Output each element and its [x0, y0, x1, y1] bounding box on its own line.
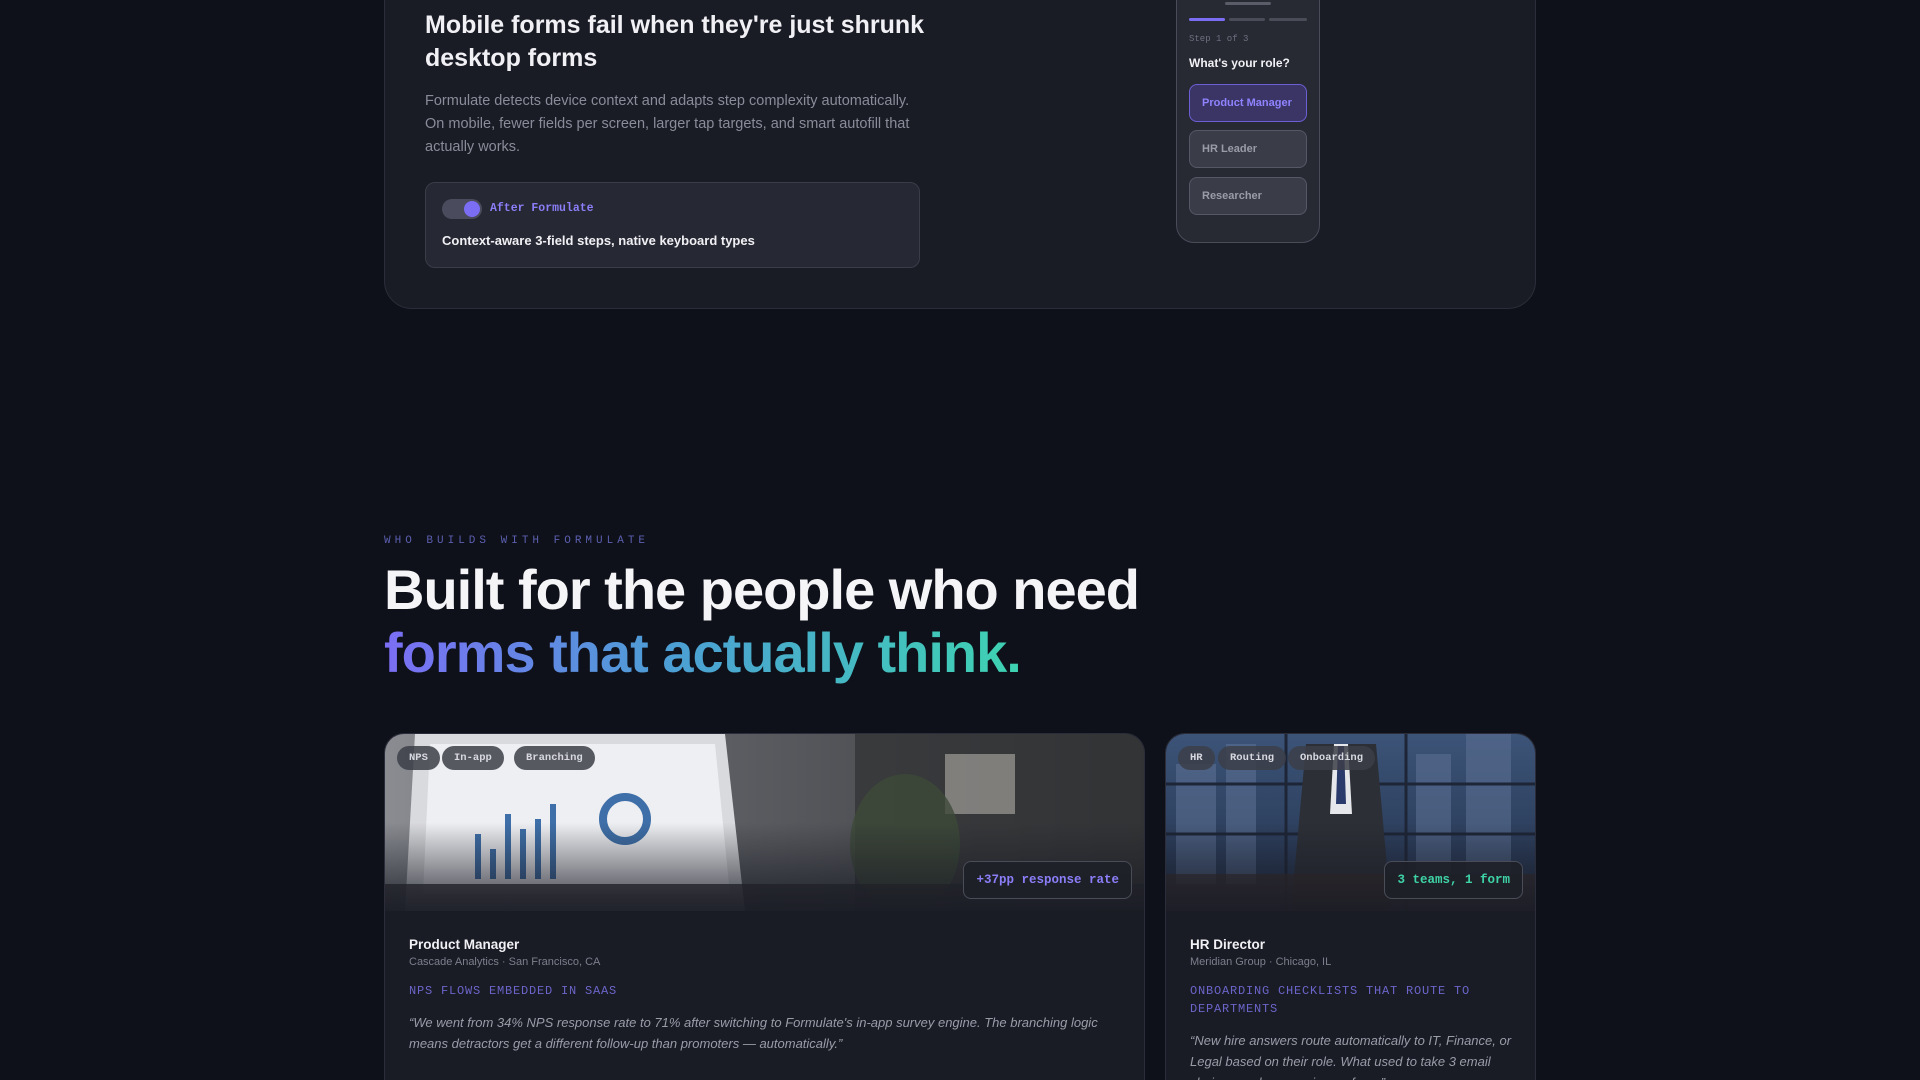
persona-organization: Cascade Analytics · San Francisco, CA [409, 956, 601, 968]
tag-routing: Routing [1218, 746, 1287, 770]
stat-badge: +37pp response rate [963, 861, 1132, 899]
persona-card-product-manager[interactable]: NPS In-app Branching +37pp response rate… [384, 733, 1145, 1080]
step-indicator: Step 1 of 3 [1189, 34, 1249, 44]
persona-organization: Meridian Group · Chicago, IL [1190, 956, 1332, 968]
progress-segment-2 [1229, 18, 1265, 21]
headline-line-2: forms that actually think. [384, 621, 1022, 684]
persona-quote: “New hire answers route automatically to… [1190, 1033, 1512, 1080]
persona-role: Product Manager [409, 937, 520, 952]
phone-mockup: Step 1 of 3 What's your role? Product Ma… [1176, 0, 1320, 243]
progress-segment-1 [1189, 18, 1225, 21]
section-eyebrow: WHO BUILDS WITH FORMULATE [384, 535, 650, 547]
option-researcher[interactable]: Researcher [1189, 177, 1307, 215]
headline-line-1: Built for the people who need [384, 558, 1140, 621]
tag-hr: HR [1178, 746, 1215, 770]
before-after-toggle[interactable] [442, 199, 482, 219]
persona-role: HR Director [1190, 937, 1266, 952]
persona-use-case: NPS FLOWS EMBEDDED IN SAAS [409, 984, 618, 998]
before-after-toggle-panel: After Formulate Context-aware 3-field st… [425, 182, 920, 268]
toggle-label: After Formulate [490, 202, 594, 215]
persona-card-hr-director[interactable]: HR Routing Onboarding 3 teams, 1 form HR… [1165, 733, 1536, 1080]
phone-question: What's your role? [1189, 56, 1290, 70]
progress-segment-3 [1269, 18, 1307, 21]
persona-quote: “We went from 34% NPS response rate to 7… [409, 1015, 1098, 1051]
tag-nps: NPS [397, 746, 440, 770]
persona-use-case: ONBOARDING CHECKLISTS THAT ROUTE TO DEPA… [1190, 984, 1471, 1016]
stat-badge: 3 teams, 1 form [1384, 861, 1523, 899]
tag-onboarding: Onboarding [1288, 746, 1376, 770]
phone-notch [1225, 2, 1271, 5]
option-hr-leader[interactable]: HR Leader [1189, 130, 1307, 168]
feature-description: Formulate detects device context and ada… [425, 93, 910, 155]
tag-in-app: In-app [442, 746, 504, 770]
tag-branching: Branching [514, 746, 595, 770]
option-product-manager[interactable]: Product Manager [1189, 84, 1307, 122]
toggle-knob [464, 201, 480, 217]
toggle-description: Context-aware 3-field steps, native keyb… [442, 233, 755, 248]
feature-title: Mobile forms fail when they're just shru… [425, 11, 925, 72]
section-headline: Built for the people who need forms that… [384, 558, 1284, 684]
